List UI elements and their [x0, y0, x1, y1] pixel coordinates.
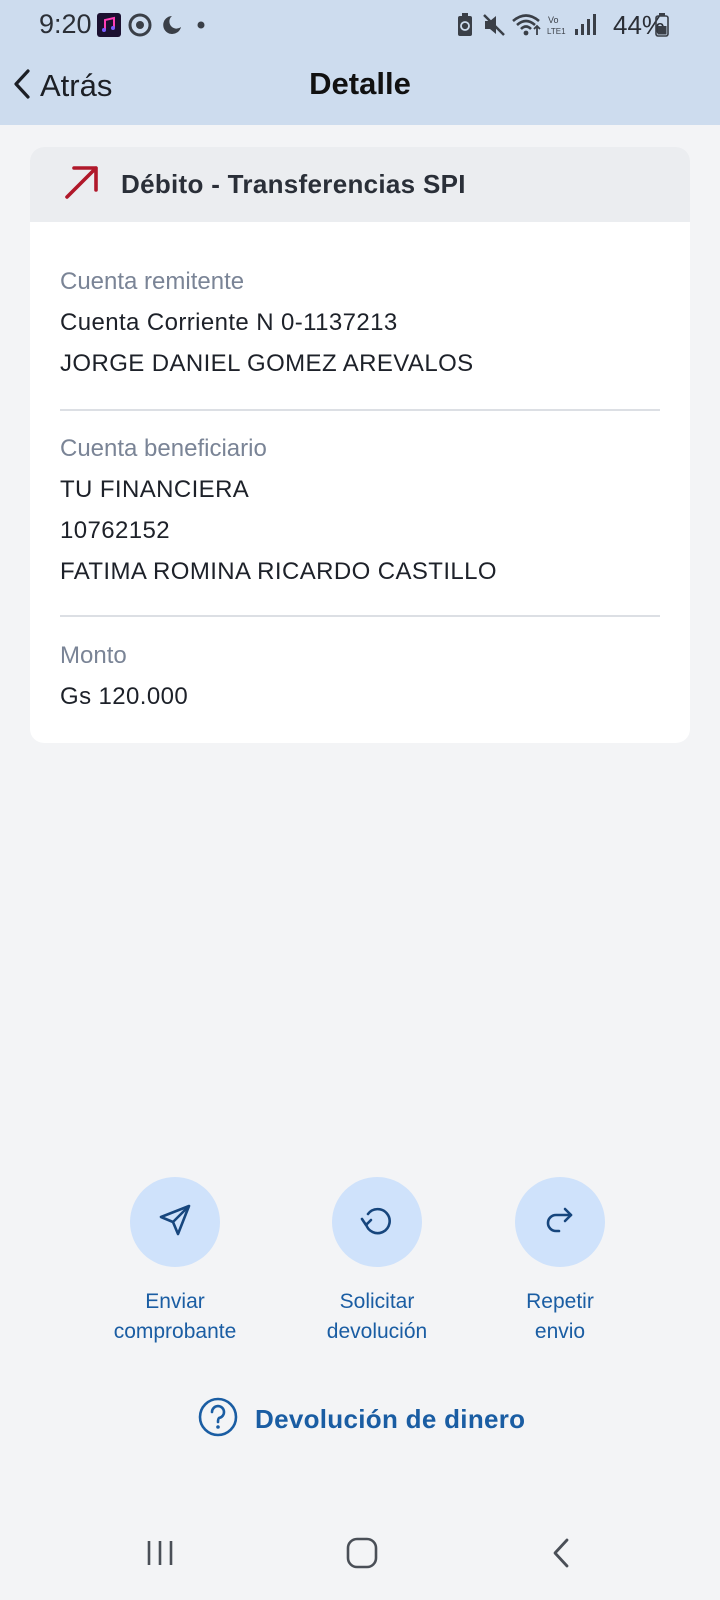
card-title: Débito - Transferencias SPI: [121, 169, 466, 199]
sender-label: Cuenta remitente: [60, 268, 245, 295]
beneficiary-name: FATIMA ROMINA RICARDO CASTILLO: [60, 558, 497, 585]
amount-section: Monto Gs 120.000: [60, 642, 660, 711]
svg-text:LTE1: LTE1: [547, 27, 566, 36]
beneficiary-bank: TU FINANCIERA: [60, 476, 250, 503]
svg-text:Vo: Vo: [548, 15, 559, 25]
sender-section: Cuenta remitente Cuenta Corriente N 0-11…: [60, 268, 660, 378]
mute-icon: [481, 12, 507, 38]
action-buttons: Enviar comprobante Solicitar devolución …: [0, 1177, 720, 1347]
arrow-up-right-icon: [63, 163, 101, 206]
send-button-circle[interactable]: [130, 1177, 220, 1267]
status-time: 9:20: [39, 9, 92, 39]
home-button[interactable]: [322, 1530, 402, 1580]
wifi-icon: [511, 12, 543, 38]
signal-icon: [573, 12, 597, 38]
dot-icon: [195, 12, 207, 38]
battery-icon: [654, 12, 670, 38]
sender-name: JORGE DANIEL GOMEZ AREVALOS: [60, 350, 474, 377]
recent-apps-button[interactable]: [120, 1530, 200, 1580]
sender-account: Cuenta Corriente N 0-1137213: [60, 309, 398, 336]
divider: [60, 409, 660, 411]
beneficiary-section: Cuenta beneficiario TU FINANCIERA 107621…: [60, 435, 660, 586]
status-bar: 9:20 Vo LTE1 44%: [0, 0, 720, 52]
request-refund-label: Solicitar devolución: [326, 1290, 428, 1343]
back-nav-icon: [547, 1535, 577, 1576]
question-circle-icon: [197, 1396, 239, 1443]
divider: [60, 615, 660, 617]
request-refund-button[interactable]: Solicitar devolución: [287, 1177, 467, 1347]
send-receipt-label: Enviar comprobante: [113, 1290, 237, 1343]
repeat-send-button[interactable]: Repetir envio: [470, 1177, 650, 1347]
page-title: Detalle: [309, 66, 411, 101]
card-header: Débito - Transferencias SPI: [30, 147, 690, 222]
top-app-bar: 9:20 Vo LTE1 44% Atrás Detalle: [0, 0, 720, 125]
amount-value: Gs 120.000: [60, 683, 189, 710]
battery-saver-icon: [455, 12, 475, 38]
chrome-icon: [128, 12, 152, 38]
volte-icon: Vo LTE1: [546, 12, 572, 38]
music-app-icon: [97, 12, 121, 38]
beneficiary-label: Cuenta beneficiario: [60, 435, 267, 462]
transaction-detail-card: Débito - Transferencias SPI Cuenta remit…: [30, 147, 690, 743]
system-nav-bar: [0, 1520, 720, 1590]
amount-label: Monto: [60, 642, 127, 669]
refund-button-circle[interactable]: [332, 1177, 422, 1267]
recent-apps-icon: [143, 1536, 177, 1575]
refund-help-label: Devolución de dinero: [255, 1403, 526, 1434]
repeat-icon: [540, 1200, 580, 1245]
repeat-button-circle[interactable]: [515, 1177, 605, 1267]
home-icon: [344, 1535, 380, 1576]
refund-help-link[interactable]: Devolución de dinero: [197, 1397, 525, 1441]
repeat-send-label: Repetir envio: [526, 1290, 594, 1343]
beneficiary-account: 10762152: [60, 517, 170, 544]
send-icon: [156, 1201, 194, 1244]
send-receipt-button[interactable]: Enviar comprobante: [85, 1177, 265, 1347]
night-mode-icon: [158, 12, 184, 38]
back-nav-button[interactable]: [522, 1530, 602, 1580]
refund-icon: [357, 1200, 397, 1245]
